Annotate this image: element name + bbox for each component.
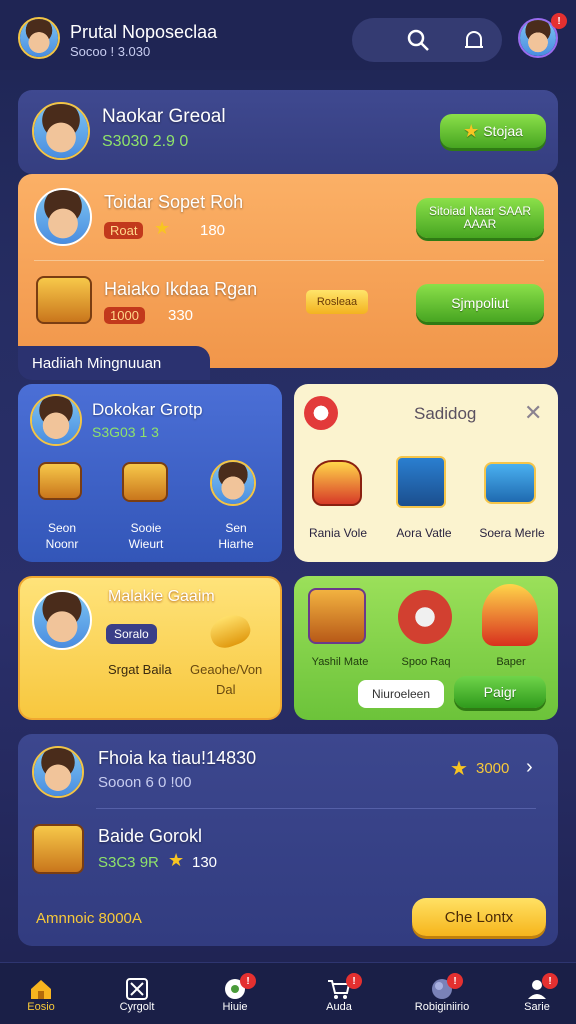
nav-badge: ! [346,973,362,989]
horn-icon [206,610,254,652]
game-line-2: Geaohe/Von [190,662,263,677]
offer-title-1: Toidar Sopet Roh [104,192,244,212]
close-icon[interactable]: ✕ [524,400,542,426]
shop-primary-button[interactable]: Paigr [454,676,546,708]
ball-icon: ! [222,973,256,1001]
event-sub-1: Sooon 6 0 !00 [98,774,192,791]
game-line-1: Srgat Baila [108,662,172,677]
crossed-square-icon [124,977,150,1001]
shop-label-3[interactable]: Baper [468,656,554,668]
offer-value-1: 180 [200,222,226,239]
app-title: Prutal Noposeclaa [70,22,218,42]
gift-icon [312,460,362,506]
shop-label-1[interactable]: Yashil Mate [296,656,384,668]
globe-icon: ! [429,973,463,1001]
home-icon [28,977,54,1001]
user-icon: ! [524,973,558,1001]
game-pill: Soralo [106,624,157,644]
star-icon: ★ [463,120,480,141]
bottom-nav: Eosio Cyrgolt ! Hiuie ! Auda ! Robiginii… [0,962,576,1024]
search-pill [352,18,502,62]
game-line-3: Dal [216,682,236,697]
profile-avatar[interactable] [32,102,90,160]
game-card[interactable]: Malakie Gaaim Soralo Srgat Baila Geaohe/… [18,576,282,720]
app-subtitle: Socoo ! 3.030 [70,44,151,59]
profile-name: Naokar Greoal [102,106,226,127]
section-label: Hadiiah Mingnuuan [18,346,210,380]
star-icon: ★ [168,850,185,870]
friend-badge: ! [551,13,567,29]
chest-icon [308,588,366,644]
chevron-right-icon[interactable]: › [526,756,533,779]
group-title: Dokokar Grotp [92,400,203,419]
nav-cyrgolt[interactable]: Cyrgolt [104,969,170,1021]
profile-action-button[interactable]: ★ Stojaa [440,114,546,148]
nav-hiuie[interactable]: ! Hiuie [202,969,268,1021]
search-icon[interactable] [404,26,432,54]
group-stats: S3G03 1 3 [92,424,159,440]
game-title: Malakie Gaaim [108,588,215,605]
group-item-3[interactable]: Sen Hiarhe [206,520,266,552]
events-footer-label: Amnnoic 8000A [36,910,142,927]
reward-label-1[interactable]: Rania Vole [298,526,378,540]
rewards-card: Sadidog ✕ Rania Vole Aora Vatle Soera Me… [294,384,558,562]
cart-icon: ! [326,973,362,1001]
nav-badge: ! [240,973,256,989]
divider [96,808,536,809]
book-icon [396,456,446,508]
top-bar: Prutal Noposeclaa Socoo ! 3.030 ! [0,0,576,70]
divider [34,260,544,261]
event-value-2: 130 [192,854,218,871]
event-title-2: Baide Gorokl [98,826,203,846]
group-item-2[interactable]: Sooie Wieurt [116,520,176,552]
notification-icon[interactable] [460,26,488,54]
star-icon: ★ [450,758,468,780]
events-card: Fhoia ka tiau!14830 Sooon 6 0 !00 ★ 3000… [18,734,558,946]
game-avatar [32,590,92,650]
character-icon [210,460,256,506]
lantern-icon [482,584,538,646]
nav-sarie[interactable]: ! Sarie [504,969,570,1021]
treasure-icon [484,462,536,504]
group-item-1[interactable]: Seon Noonr [32,520,92,552]
player-avatar[interactable] [18,17,60,59]
offer-button-2[interactable]: Sjmpoliut [416,284,544,322]
reward-label-2[interactable]: Aora Vatle [384,526,464,540]
crate-icon [122,462,168,502]
shop-card: Yashil Mate Spoo Raq Baper Niuroeleen Pa… [294,576,558,720]
nav-auda[interactable]: ! Auda [306,969,372,1021]
event-avatar[interactable] [32,746,84,798]
nav-badge: ! [447,973,463,989]
offer-value-2: 330 [168,307,194,324]
offer-tag-2: 1000 [104,307,145,324]
nav-robiginiirio[interactable]: ! Robiginiirio [404,969,480,1021]
offer-tag-1: Roat [104,222,144,239]
lifebuoy-icon [398,590,452,644]
star-icon: ★ [154,218,171,238]
reward-label-3[interactable]: Soera Merle [470,526,554,540]
chest-icon [36,276,92,324]
offer-title-2: Haiako Ikdaa Rgan [104,279,258,299]
offer-avatar[interactable] [34,188,92,246]
nav-home[interactable]: Eosio [8,969,74,1021]
group-card[interactable]: Dokokar Grotp S3G03 1 3 Seon Noonr Sooie W… [18,384,282,562]
shop-secondary-button[interactable]: Niuroeleen [358,680,444,708]
lifebuoy-icon [304,396,338,430]
offer-button-1[interactable]: Sitoiad Naar SAAR AAAR [416,198,544,238]
shop-label-2[interactable]: Spoo Raq [384,656,468,668]
rewards-title: Sadidog [414,404,477,423]
chest-icon [38,462,82,500]
chest-icon [32,824,84,874]
nav-badge: ! [542,973,558,989]
event-sub-2: S3C3 9R [98,854,159,871]
group-avatar [30,394,82,446]
offers-panel: Toidar Sopet Roh Roat ★ 180 Sitoiad Naar… [18,174,558,380]
events-footer-button[interactable]: Che Lontx [412,898,546,936]
profile-stats: S3030 2.9 0 [102,133,189,150]
profile-card: Naokar Greoal S3030 2.9 0 ★ Stojaa [18,90,558,174]
offer-badge: Rosleaa [306,290,368,314]
event-amount: 3000 [476,760,510,777]
event-title-1: Fhoia ka tiau!14830 [98,748,257,768]
